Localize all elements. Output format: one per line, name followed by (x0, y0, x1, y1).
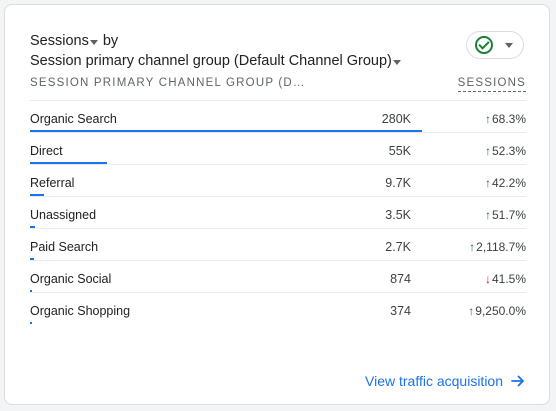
table-row[interactable]: Referral 9.7K ↑42.2% (30, 164, 526, 196)
table-row[interactable]: Paid Search 2.7K ↑2,118.7% (30, 228, 526, 260)
change-percent: 52.3% (491, 144, 526, 158)
by-word: by (102, 33, 119, 49)
arrow-up-icon: ↑ (468, 304, 475, 318)
table-row[interactable]: Organic Shopping 374 ↑9,250.0% (30, 292, 526, 324)
card-title: Sessions by Session primary channel grou… (30, 31, 406, 71)
column-header-sessions[interactable]: SESSIONS (457, 77, 526, 92)
change-percent: 41.5% (491, 272, 526, 286)
row-change: ↑68.3% (485, 112, 526, 126)
table-header: SESSION PRIMARY CHANNEL GROUP (D… SESSIO… (30, 75, 526, 95)
change-percent: 2,118.7% (476, 240, 526, 254)
arrow-up-icon: ↑ (484, 144, 491, 158)
chevron-down-icon (89, 39, 98, 45)
arrow-up-icon: ↑ (484, 208, 491, 222)
table-row[interactable]: Unassigned 3.5K ↑51.7% (30, 196, 526, 228)
row-value: 55K (388, 144, 411, 158)
arrow-right-icon (511, 375, 524, 387)
view-traffic-acquisition-link[interactable]: View traffic acquisition (365, 373, 525, 389)
chevron-down-icon (505, 42, 513, 48)
metric-label: Sessions (30, 33, 89, 49)
arrow-up-icon: ↑ (469, 240, 476, 254)
row-value: 3.5K (385, 208, 411, 222)
table-body: Organic Search 280K ↑68.3% Direct 55K ↑52.3% R… (30, 100, 526, 324)
row-value: 374 (390, 304, 411, 318)
row-change: ↑52.3% (485, 144, 526, 158)
table-row[interactable]: Organic Search 280K ↑68.3% (30, 100, 526, 132)
row-label: Direct (30, 144, 63, 158)
row-change: ↓41.5% (485, 272, 526, 286)
row-value: 2.7K (385, 240, 411, 254)
footer-link-label: View traffic acquisition (365, 373, 503, 389)
row-value: 280K (381, 112, 411, 126)
row-value: 874 (390, 272, 411, 286)
chevron-down-icon (392, 59, 401, 65)
row-label: Organic Shopping (30, 304, 131, 318)
row-label: Unassigned (30, 208, 97, 222)
change-percent: 42.2% (491, 176, 526, 190)
arrow-up-icon: ↑ (484, 176, 491, 190)
change-percent: 51.7% (491, 208, 526, 222)
row-label: Paid Search (30, 240, 99, 254)
row-change: ↑42.2% (485, 176, 526, 190)
traffic-card: Sessions by Session primary channel grou… (4, 4, 550, 405)
metric-selector[interactable]: Sessions (30, 31, 103, 51)
table-row[interactable]: Organic Social 874 ↓41.5% (30, 260, 526, 292)
row-label: Organic Social (30, 272, 112, 286)
table-row[interactable]: Direct 55K ↑52.3% (30, 132, 526, 164)
column-header-dimension: SESSION PRIMARY CHANNEL GROUP (D… (30, 77, 306, 89)
check-circle-icon (475, 36, 493, 54)
row-change: ↑51.7% (485, 208, 526, 222)
change-percent: 9,250.0% (475, 304, 526, 318)
status-dropdown-button[interactable] (466, 31, 524, 59)
row-value: 9.7K (385, 176, 411, 190)
dimension-selector[interactable]: Session primary channel group (Default C… (30, 51, 406, 71)
row-share-bar (30, 322, 32, 324)
dimension-label: Session primary channel group (Default C… (30, 53, 392, 69)
row-change: ↑9,250.0% (468, 304, 526, 318)
arrow-down-icon: ↓ (484, 272, 491, 286)
change-percent: 68.3% (491, 112, 526, 126)
row-label: Organic Search (30, 112, 117, 126)
row-label: Referral (30, 176, 75, 190)
arrow-up-icon: ↑ (484, 112, 491, 126)
row-change: ↑2,118.7% (469, 240, 526, 254)
